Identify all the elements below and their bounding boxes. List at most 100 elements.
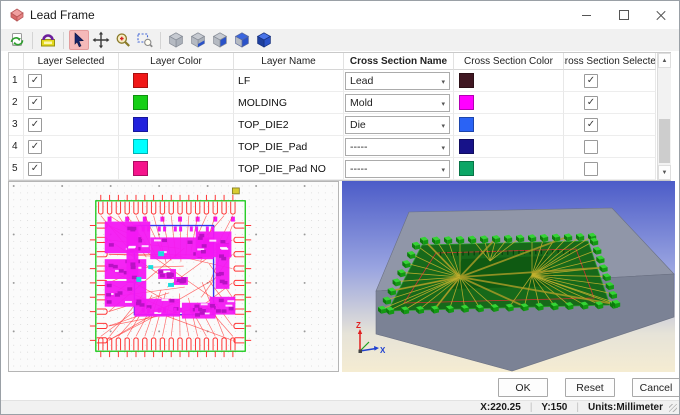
layer-color-cell — [119, 114, 234, 136]
row-number: 3 — [9, 114, 24, 136]
table-scrollbar[interactable]: ▲ ▼ — [657, 53, 671, 180]
layout-2d-view[interactable] — [8, 181, 339, 372]
chevron-down-icon — [441, 119, 445, 131]
header-cross-section-color[interactable]: Cross Section Color — [454, 53, 564, 70]
layer-selected-checkbox[interactable] — [28, 140, 42, 154]
layer-name-cell[interactable]: TOP_DIE_Pad NO — [234, 158, 344, 180]
section-cube-50-button[interactable] — [210, 30, 230, 50]
cross-section-color-cell — [454, 114, 564, 136]
cross-section-name-select[interactable]: Lead — [345, 72, 450, 90]
header-layer-color[interactable]: Layer Color — [119, 53, 234, 70]
header-layer-name[interactable]: Layer Name — [234, 53, 344, 70]
scroll-down-button[interactable]: ▼ — [658, 165, 671, 180]
cross-section-selected-checkbox[interactable] — [584, 162, 598, 176]
app-icon — [10, 8, 24, 22]
cross-section-name-cell: ----- — [344, 136, 454, 158]
cross-section-selected-checkbox[interactable] — [584, 74, 598, 88]
layer-name-cell[interactable]: TOP_DIE2 — [234, 114, 344, 136]
cross-section-selected-cell — [564, 70, 656, 92]
layer-color-cell — [119, 70, 234, 92]
preview-3d-view[interactable]: Z X — [342, 181, 675, 372]
layer-color-swatch[interactable] — [133, 95, 148, 110]
header-layer-selected[interactable]: Layer Selected — [24, 53, 119, 70]
cross-section-color-swatch[interactable] — [459, 117, 474, 132]
status-separator: | — [576, 402, 579, 413]
cross-section-name-select[interactable]: ----- — [345, 160, 450, 178]
resize-grip[interactable] — [669, 404, 677, 412]
layer-color-swatch[interactable] — [133, 161, 148, 176]
row-number: 2 — [9, 92, 24, 114]
layer-visibility-icon — [39, 31, 57, 49]
import-model-icon — [8, 31, 26, 49]
cross-section-selected-checkbox[interactable] — [584, 96, 598, 110]
layer-selected-cell — [24, 92, 119, 114]
cross-section-color-cell — [454, 136, 564, 158]
layer-selected-checkbox[interactable] — [28, 118, 42, 132]
scrollbar-thumb[interactable] — [659, 119, 670, 163]
table-row: 4 TOP_DIE_Pad ----- — [9, 136, 670, 158]
cross-section-name-select[interactable]: ----- — [345, 138, 450, 156]
lead-frame-window: Lead Frame Layer Sele — [0, 0, 680, 415]
cross-section-color-cell — [454, 92, 564, 114]
layer-color-swatch[interactable] — [133, 139, 148, 154]
layer-selected-checkbox[interactable] — [28, 96, 42, 110]
section-cube-0-button[interactable] — [166, 30, 186, 50]
cancel-button[interactable]: Cancel — [632, 378, 680, 397]
layer-name-cell[interactable]: TOP_DIE_Pad — [234, 136, 344, 158]
layer-table: Layer Selected Layer Color Layer Name Cr… — [8, 52, 671, 181]
scroll-up-button[interactable]: ▲ — [658, 53, 671, 68]
pan-view-button[interactable] — [91, 30, 111, 50]
maximize-icon — [619, 10, 629, 20]
row-number: 5 — [9, 158, 24, 180]
layer-selected-checkbox[interactable] — [28, 74, 42, 88]
cross-section-selected-cell — [564, 114, 656, 136]
cross-section-selected-cell — [564, 158, 656, 180]
close-button[interactable] — [642, 1, 679, 29]
cross-section-color-swatch[interactable] — [459, 95, 474, 110]
layer-name-cell[interactable]: LF — [234, 70, 344, 92]
section-cube-75-icon — [233, 31, 251, 49]
cross-section-selected-checkbox[interactable] — [584, 118, 598, 132]
cross-section-selected-checkbox[interactable] — [584, 140, 598, 154]
cross-section-color-swatch[interactable] — [459, 161, 474, 176]
toolbar-separator — [160, 32, 161, 49]
cross-section-name-select[interactable]: Die — [345, 116, 450, 134]
cross-section-color-swatch[interactable] — [459, 73, 474, 88]
reset-button[interactable]: Reset — [565, 378, 615, 397]
select-cursor-icon — [70, 31, 88, 49]
select-cursor-button[interactable] — [69, 30, 89, 50]
zoom-window-button[interactable] — [135, 30, 155, 50]
header-cross-section-name[interactable]: Cross Section Name — [344, 53, 454, 70]
section-cube-100-button[interactable] — [254, 30, 274, 50]
layer-color-swatch[interactable] — [133, 73, 148, 88]
ok-button[interactable]: OK — [498, 378, 548, 397]
section-cube-25-button[interactable] — [188, 30, 208, 50]
section-cube-100-icon — [255, 31, 273, 49]
title-bar: Lead Frame — [1, 1, 679, 29]
layer-name-cell[interactable]: MOLDING — [234, 92, 344, 114]
cross-section-name-cell: Lead — [344, 70, 454, 92]
cross-section-name-select[interactable]: Mold — [345, 94, 450, 112]
cross-section-selected-cell — [564, 136, 656, 158]
status-separator: | — [530, 402, 533, 413]
close-icon — [656, 10, 666, 20]
section-cube-75-button[interactable] — [232, 30, 252, 50]
chevron-down-icon — [441, 75, 445, 87]
layer-selected-cell — [24, 70, 119, 92]
layer-selected-checkbox[interactable] — [28, 162, 42, 176]
layer-selected-cell — [24, 114, 119, 136]
layer-color-swatch[interactable] — [133, 117, 148, 132]
svg-text:X: X — [380, 346, 386, 355]
zoom-in-button[interactable] — [113, 30, 133, 50]
cross-section-name-cell: Die — [344, 114, 454, 136]
chevron-down-icon — [441, 97, 445, 109]
import-model-button[interactable] — [7, 30, 27, 50]
table-header-row: Layer Selected Layer Color Layer Name Cr… — [9, 53, 670, 70]
cross-section-color-swatch[interactable] — [459, 139, 474, 154]
header-cross-section-selected[interactable]: Cross Section Selected — [564, 53, 656, 70]
cross-section-color-cell — [454, 70, 564, 92]
toolbar-separator — [32, 32, 33, 49]
minimize-button[interactable] — [568, 1, 605, 29]
layer-visibility-button[interactable] — [38, 30, 58, 50]
maximize-button[interactable] — [605, 1, 642, 29]
